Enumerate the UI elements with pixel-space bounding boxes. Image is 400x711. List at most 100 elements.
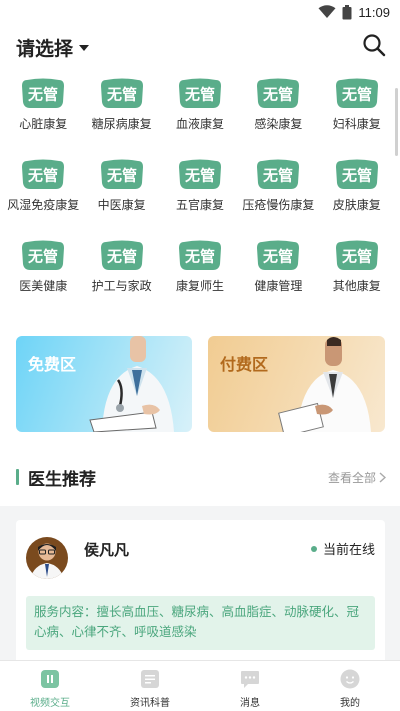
- doctor-illustration-icon: [89, 336, 174, 432]
- category-badge-icon: 无管: [100, 159, 143, 189]
- scrollbar[interactable]: [395, 88, 398, 156]
- doctor-illustration-icon: [278, 337, 371, 432]
- section-title-wrap: 医生推荐: [16, 465, 96, 490]
- svg-text:无管: 无管: [341, 248, 372, 266]
- tab-messages-label: 消息: [240, 698, 260, 709]
- svg-text:无管: 无管: [106, 86, 137, 104]
- svg-text:无管: 无管: [27, 86, 58, 104]
- tab-video[interactable]: 视频交互: [0, 661, 100, 711]
- category-badge-icon: 无管: [100, 240, 143, 270]
- category-item[interactable]: 无管 感染康复: [239, 78, 317, 159]
- tab-profile-label: 我的: [340, 698, 360, 709]
- svg-text:无管: 无管: [184, 248, 215, 266]
- category-item[interactable]: 无管 心脏康复: [4, 78, 82, 159]
- category-item[interactable]: 无管 风湿免疫康复: [4, 159, 82, 240]
- category-grid: 无管 心脏康复 无管 糖尿病康复 无管 血液康复 无管 感染康复 无管 妇科康复…: [4, 78, 396, 321]
- category-badge-icon: 无管: [178, 240, 221, 270]
- category-label: 风湿免疫康复: [7, 198, 80, 212]
- category-item[interactable]: 无管 血液康复: [161, 78, 239, 159]
- location-selector[interactable]: 请选择: [16, 34, 90, 61]
- category-label: 其他康复: [332, 279, 381, 293]
- view-all-link[interactable]: 查看全部: [328, 469, 386, 486]
- category-item[interactable]: 无管 妇科康复: [318, 78, 396, 159]
- page-title: 请选择: [16, 37, 74, 60]
- category-badge-icon: 无管: [335, 240, 378, 270]
- category-item[interactable]: 无管 糖尿病康复: [82, 78, 160, 159]
- tab-news[interactable]: 资讯科普: [100, 661, 200, 711]
- category-label: 康复师生: [175, 279, 224, 293]
- category-label: 中医康复: [97, 198, 146, 212]
- service-description: 服务内容：擅长高血压、糖尿病、高血脂症、动脉硬化、冠心病、心律不齐、呼吸道感染: [26, 596, 375, 650]
- svg-text:无管: 无管: [262, 167, 293, 185]
- category-label: 健康管理: [254, 279, 303, 293]
- svg-text:无管: 无管: [27, 167, 58, 185]
- category-badge-icon: 无管: [257, 159, 300, 189]
- news-icon: [141, 670, 159, 688]
- category-badge-icon: 无管: [178, 78, 221, 108]
- category-item[interactable]: 无管 其他康复: [318, 240, 396, 321]
- svg-text:无管: 无管: [184, 86, 215, 104]
- free-zone-banner[interactable]: 免费区: [16, 336, 192, 432]
- category-item[interactable]: 无管 五官康复: [161, 159, 239, 240]
- tab-profile[interactable]: 我的: [300, 661, 400, 711]
- section-accent-bar: [16, 469, 19, 485]
- online-dot-icon: [310, 545, 317, 552]
- category-item[interactable]: 无管 医美健康: [4, 240, 82, 321]
- category-badge-icon: 无管: [335, 159, 378, 189]
- section-title: 医生推荐: [28, 469, 96, 490]
- category-label: 妇科康复: [332, 117, 381, 131]
- category-label: 护工与家政: [91, 279, 152, 293]
- category-badge-icon: 无管: [22, 78, 65, 108]
- bottom-nav: 视频交互 资讯科普 消息 我的: [0, 660, 400, 711]
- category-label: 压疮慢伤康复: [242, 198, 315, 212]
- svg-text:无管: 无管: [262, 248, 293, 266]
- wifi-icon: [318, 5, 336, 19]
- category-label: 血液康复: [175, 117, 224, 131]
- status-time: 11:09: [358, 4, 390, 20]
- tab-messages[interactable]: 消息: [200, 661, 300, 711]
- paid-zone-banner[interactable]: 付费区: [208, 336, 385, 432]
- category-label: 糖尿病康复: [91, 117, 152, 131]
- category-item[interactable]: 无管 中医康复: [82, 159, 160, 240]
- category-badge-icon: 无管: [335, 78, 378, 108]
- search-icon[interactable]: [362, 33, 386, 61]
- svg-text:无管: 无管: [184, 167, 215, 185]
- category-badge-icon: 无管: [257, 78, 300, 108]
- doctor-name: 侯凡凡: [84, 541, 130, 559]
- free-zone-label: 免费区: [28, 355, 77, 374]
- category-badge-icon: 无管: [100, 78, 143, 108]
- svg-text:无管: 无管: [262, 86, 293, 104]
- doctor-recommend-header: 医生推荐 查看全部: [16, 464, 386, 490]
- online-status-label: 当前在线: [322, 543, 375, 558]
- profile-icon: [340, 669, 360, 689]
- category-label: 五官康复: [175, 198, 224, 212]
- category-item[interactable]: 无管 健康管理: [239, 240, 317, 321]
- caret-down-icon: [79, 45, 90, 51]
- category-item[interactable]: 无管 康复师生: [161, 240, 239, 321]
- video-icon: [41, 670, 59, 688]
- category-item[interactable]: 无管 护工与家政: [82, 240, 160, 321]
- svg-text:无管: 无管: [106, 248, 137, 266]
- paid-zone-label: 付费区: [220, 355, 269, 374]
- svg-text:无管: 无管: [106, 167, 137, 185]
- category-item[interactable]: 无管 压疮慢伤康复: [239, 159, 317, 240]
- category-badge-icon: 无管: [257, 240, 300, 270]
- category-label: 皮肤康复: [332, 198, 381, 212]
- category-badge-icon: 无管: [178, 159, 221, 189]
- battery-icon: [342, 4, 352, 20]
- status-bar: 11:09: [0, 0, 400, 24]
- avatar: [26, 537, 68, 579]
- category-item[interactable]: 无管 皮肤康复: [318, 159, 396, 240]
- app-header: 请选择: [0, 24, 400, 70]
- tab-news-label: 资讯科普: [130, 698, 170, 709]
- svg-text:无管: 无管: [27, 248, 58, 266]
- category-label: 感染康复: [254, 117, 303, 131]
- category-label: 心脏康复: [19, 117, 68, 131]
- category-badge-icon: 无管: [22, 240, 65, 270]
- category-badge-icon: 无管: [22, 159, 65, 189]
- doctor-card[interactable]: 侯凡凡 当前在线 服务内容：擅长高血压、糖尿病、高血脂症、动脉硬化、冠心病、心律…: [16, 520, 385, 670]
- message-icon: [241, 671, 259, 688]
- tab-video-label: 视频交互: [30, 698, 70, 709]
- svg-text:无管: 无管: [341, 167, 372, 185]
- svg-text:无管: 无管: [341, 86, 372, 104]
